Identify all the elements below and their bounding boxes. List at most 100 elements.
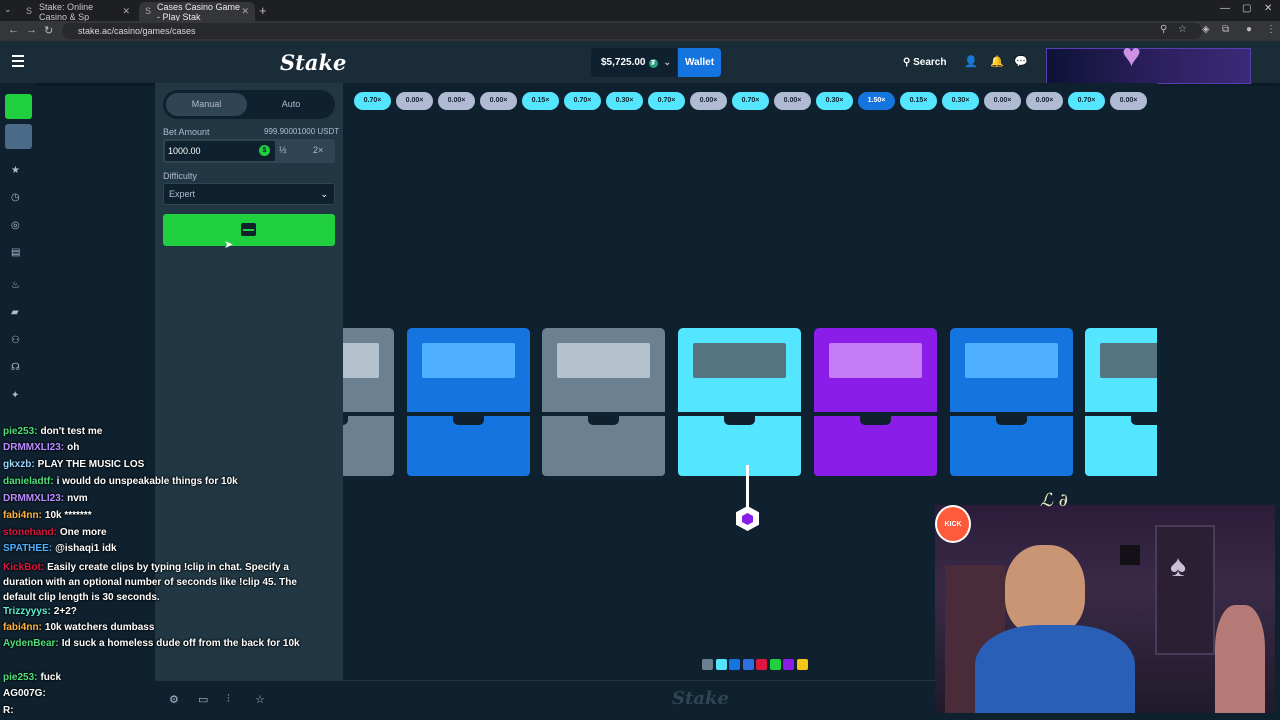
streamer-webcam: ♠ [935, 505, 1275, 713]
rarity-swatch [756, 659, 767, 670]
favourites-star-icon[interactable]: ★ [11, 165, 20, 176]
back-icon[interactable]: ← [8, 24, 19, 36]
hot-fire-icon[interactable]: ♨ [11, 280, 20, 291]
chat-message: danieladtf: i would do unspeakable things… [3, 476, 238, 487]
difficulty-select[interactable]: Expert ⌄ [163, 183, 335, 205]
play-button[interactable] [163, 214, 335, 246]
rarity-swatch [742, 659, 754, 670]
stake-logo[interactable]: Stake [280, 50, 346, 75]
multiplier-chip[interactable]: 0.00× [438, 92, 475, 110]
close-window-icon[interactable]: ✕ [1264, 3, 1272, 14]
half-bet-button[interactable]: ½ [279, 145, 287, 155]
wallet-button[interactable]: Wallet [678, 48, 721, 77]
difficulty-label: Difficulty [163, 171, 197, 181]
chat-username: pie253: [3, 426, 38, 437]
recent-history-icon[interactable]: ◷ [11, 192, 20, 203]
rarity-swatch [796, 659, 808, 670]
tab-manual[interactable]: Manual [166, 93, 247, 116]
double-bet-button[interactable]: 2× [313, 145, 323, 155]
support-headset-icon[interactable]: ☊ [11, 362, 20, 373]
challenges-icon[interactable]: ◎ [11, 220, 20, 231]
extension-icon[interactable]: ◈ [1202, 24, 1210, 35]
tab-search-icon[interactable]: ⌄ [4, 4, 12, 15]
chat-text: PLAY THE MUSIC LOS [37, 459, 145, 470]
multiplier-chip[interactable]: 0.30× [942, 92, 979, 110]
extensions-puzzle-icon[interactable]: ⧉ [1222, 24, 1229, 35]
my-bets-icon[interactable]: ▤ [11, 247, 20, 258]
browser-tab-title: Cases Casino Game - Play Stak [157, 1, 241, 22]
chat-message: R: [3, 705, 17, 716]
multiplier-chip[interactable]: 0.30× [816, 92, 853, 110]
bookmark-star-icon[interactable]: ☆ [1178, 24, 1187, 35]
chat-text: i would do unspeakable things for 10k [56, 476, 238, 487]
chat-message: KickBot: Easily create clips by typing !c… [3, 560, 303, 605]
reload-icon[interactable]: ↻ [44, 24, 53, 37]
multiplier-chip[interactable]: 0.00× [690, 92, 727, 110]
search-button[interactable]: ⚲ Search [903, 57, 946, 68]
multiplier-chip[interactable]: 0.15× [900, 92, 937, 110]
forward-icon[interactable]: → [26, 24, 37, 36]
case-crate-blue [406, 328, 530, 476]
affiliate-icon[interactable]: ⚇ [11, 335, 20, 346]
signature-overlay: ℒ ∂ [1040, 490, 1068, 511]
new-tab-icon[interactable]: + [259, 3, 267, 18]
chat-text: 10k watchers dumbass [44, 622, 155, 633]
maximize-icon[interactable]: ▢ [1242, 3, 1251, 14]
stream-overlay-banner [1046, 48, 1251, 84]
user-icon[interactable]: 👤 [964, 55, 978, 68]
balance-selector[interactable]: $5,725.00 ₮ ⌄ [591, 48, 677, 77]
chat-username: KickBot: [3, 562, 45, 573]
multiplier-chip[interactable]: 0.70× [354, 92, 391, 110]
mouse-cursor-icon: ➤ [224, 239, 234, 251]
url-field[interactable]: stake.ac/casino/games/cases [62, 23, 1202, 39]
case-crate-cyan [678, 328, 802, 476]
gift-icon[interactable]: ✦ [11, 390, 19, 401]
chat-username: DRMMXLI23: [3, 493, 65, 504]
chat-username: pie253: [3, 672, 38, 683]
tab-auto[interactable]: Auto [249, 93, 333, 116]
sports-shortcut-icon[interactable] [5, 124, 32, 149]
case-crate-blue [949, 328, 1073, 476]
casino-shortcut-icon[interactable] [5, 94, 32, 119]
browser-tab-cases[interactable]: S Cases Casino Game - Play Stak ✕ [139, 1, 255, 22]
chat-username: danieladtf: [3, 476, 54, 487]
chat-username: fabi4nn: [3, 510, 42, 521]
chat-text: Id suck a homeless dude off from the bac… [61, 638, 300, 649]
multiplier-chip[interactable]: 0.00× [774, 92, 811, 110]
profile-avatar-icon[interactable]: ● [1246, 24, 1252, 35]
multiplier-chip[interactable]: 0.00× [1026, 92, 1063, 110]
promotions-icon[interactable]: ▰ [11, 307, 19, 318]
multiplier-chip[interactable]: 0.70× [732, 92, 769, 110]
multiplier-chip[interactable]: 0.00× [1110, 92, 1147, 110]
notifications-bell-icon[interactable]: 🔔 [990, 55, 1004, 68]
hamburger-menu-icon[interactable] [12, 55, 24, 67]
chat-text: 10k ******* [44, 510, 92, 521]
chat-icon[interactable]: 💬 [1014, 55, 1028, 68]
chat-text: 2+2? [53, 606, 77, 617]
multiplier-chip[interactable]: 0.70× [564, 92, 601, 110]
case-crate-gray [343, 328, 394, 476]
bet-amount-usdt: 999.90001000 USDT [264, 127, 340, 136]
case-crate-cyan [1085, 328, 1157, 476]
multiplier-chip[interactable]: 0.70× [648, 92, 685, 110]
close-tab-icon[interactable]: ✕ [122, 6, 130, 17]
chat-message: DRMMXLI23: oh [3, 442, 79, 453]
zoom-icon[interactable]: ⚲ [1160, 24, 1167, 35]
browser-menu-icon[interactable]: ⋮ [1266, 24, 1276, 35]
chat-username: SPATHEE: [3, 543, 53, 554]
multiplier-chip[interactable]: 0.70× [1068, 92, 1105, 110]
multiplier-chip[interactable]: 0.00× [396, 92, 433, 110]
multiplier-chip[interactable]: 0.00× [480, 92, 517, 110]
multiplier-chip[interactable]: 0.15× [522, 92, 559, 110]
case-crate-gray [542, 328, 666, 476]
chat-username: R: [3, 705, 14, 716]
multiplier-chip[interactable]: 0.00× [984, 92, 1021, 110]
multiplier-chip[interactable]: 0.30× [606, 92, 643, 110]
minimize-icon[interactable]: — [1220, 3, 1230, 14]
multiplier-chip[interactable]: 1.50× [858, 92, 895, 110]
stake-favicon-icon: S [145, 6, 152, 16]
chat-username: fabi4nn: [3, 622, 42, 633]
browser-tab-stake[interactable]: S Stake: Online Casino & Sp ✕ [20, 2, 136, 22]
chat-message: pie253: fuck [3, 672, 61, 683]
close-tab-icon[interactable]: ✕ [241, 6, 249, 17]
